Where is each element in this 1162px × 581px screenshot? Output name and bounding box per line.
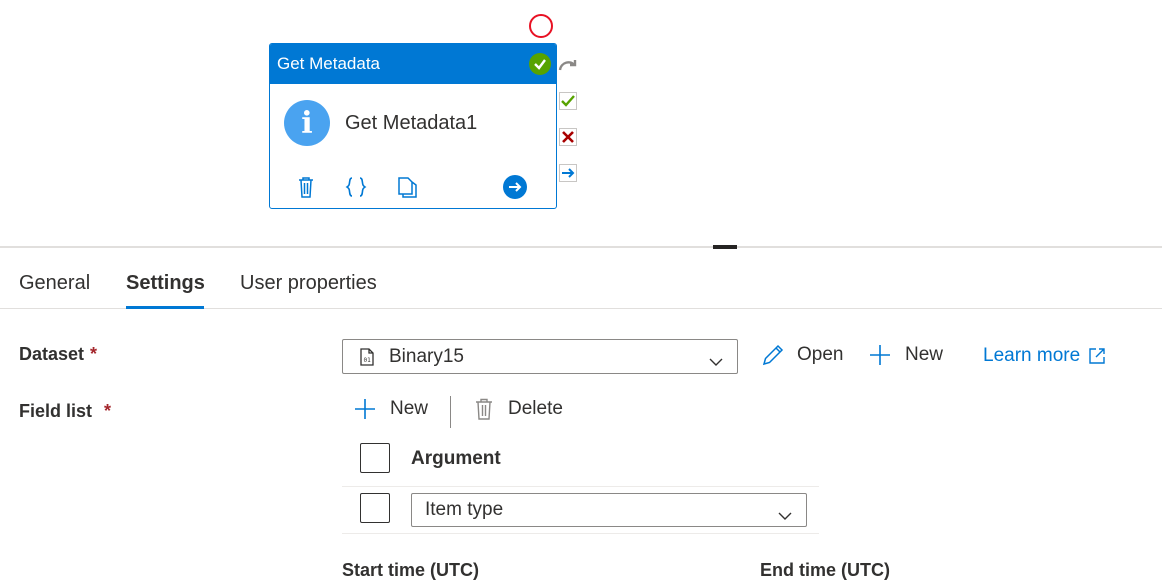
required-asterisk: * xyxy=(104,401,112,421)
copy-icon[interactable] xyxy=(394,172,420,202)
learn-more-link[interactable]: Learn more xyxy=(983,345,1107,367)
skip-port-icon[interactable] xyxy=(558,55,578,75)
activity-actions xyxy=(270,172,556,202)
select-all-checkbox[interactable] xyxy=(360,443,390,473)
toolbar-separator xyxy=(450,396,451,428)
canvas-divider xyxy=(0,246,1162,248)
start-time-label: Start time (UTC) xyxy=(342,560,480,580)
info-icon: i xyxy=(284,100,330,146)
argument-value: Item type xyxy=(425,499,504,520)
new-field-button[interactable]: New xyxy=(353,397,428,421)
chevron-down-icon xyxy=(778,505,792,527)
plus-icon xyxy=(870,345,890,365)
activity-type-label: Get Metadata xyxy=(277,54,381,73)
braces-icon[interactable] xyxy=(343,172,369,202)
row-checkbox[interactable] xyxy=(360,493,390,523)
activity-header: Get Metadata xyxy=(270,44,556,84)
success-check-icon xyxy=(529,53,551,75)
activity-name: Get Metadata1 xyxy=(345,111,478,134)
end-time-label: End time (UTC) xyxy=(760,560,890,580)
new-label: New xyxy=(905,344,944,365)
pencil-icon xyxy=(762,344,784,366)
svg-text:01: 01 xyxy=(364,357,372,364)
dataset-select[interactable]: 01 Binary15 xyxy=(342,339,738,374)
learn-more-text: Learn more xyxy=(983,345,1081,366)
dataset-label-text: Dataset xyxy=(19,344,85,364)
delete-field-button[interactable]: Delete xyxy=(473,397,563,421)
activity-node[interactable]: Get Metadata i Get Metadata1 xyxy=(269,43,557,209)
header-row-divider xyxy=(342,486,819,487)
activity-body: i Get Metadata1 xyxy=(270,84,556,162)
new-field-label: New xyxy=(390,398,429,419)
field-list-label-text: Field list xyxy=(19,401,93,421)
resize-handle[interactable] xyxy=(713,245,737,249)
property-tabs: General Settings User properties xyxy=(0,256,1162,309)
open-dataset-button[interactable]: Open xyxy=(761,343,843,367)
argument-column-header: Argument xyxy=(411,448,501,469)
external-link-icon xyxy=(1089,348,1105,364)
success-port-icon[interactable] xyxy=(558,91,578,111)
pipeline-canvas[interactable]: Get Metadata i Get Metadata1 xyxy=(0,0,1162,246)
open-label: Open xyxy=(797,344,844,365)
active-tab-indicator xyxy=(126,306,204,309)
plus-icon xyxy=(355,399,375,419)
failure-port-icon[interactable] xyxy=(558,127,578,147)
required-asterisk: * xyxy=(90,344,98,364)
delete-label: Delete xyxy=(508,398,563,419)
tab-settings[interactable]: Settings xyxy=(126,272,205,295)
arrow-right-circle-icon[interactable] xyxy=(502,172,528,202)
breakpoint-circle-icon[interactable] xyxy=(529,14,553,38)
trash-icon xyxy=(476,398,492,420)
tab-general[interactable]: General xyxy=(19,272,90,295)
row-divider xyxy=(342,533,819,534)
dataset-label: Dataset * xyxy=(19,344,97,365)
dataset-value: Binary15 xyxy=(389,345,464,367)
binary-file-icon: 01 xyxy=(359,347,375,366)
info-glyph: i xyxy=(301,105,313,141)
new-dataset-button[interactable]: New xyxy=(868,343,943,367)
field-list-label: Field list * xyxy=(19,401,111,422)
argument-select[interactable]: Item type xyxy=(411,493,807,527)
tab-user-properties[interactable]: User properties xyxy=(240,272,377,295)
chevron-down-icon xyxy=(709,351,723,373)
completion-port-icon[interactable] xyxy=(558,163,578,183)
trash-icon[interactable] xyxy=(293,172,319,202)
